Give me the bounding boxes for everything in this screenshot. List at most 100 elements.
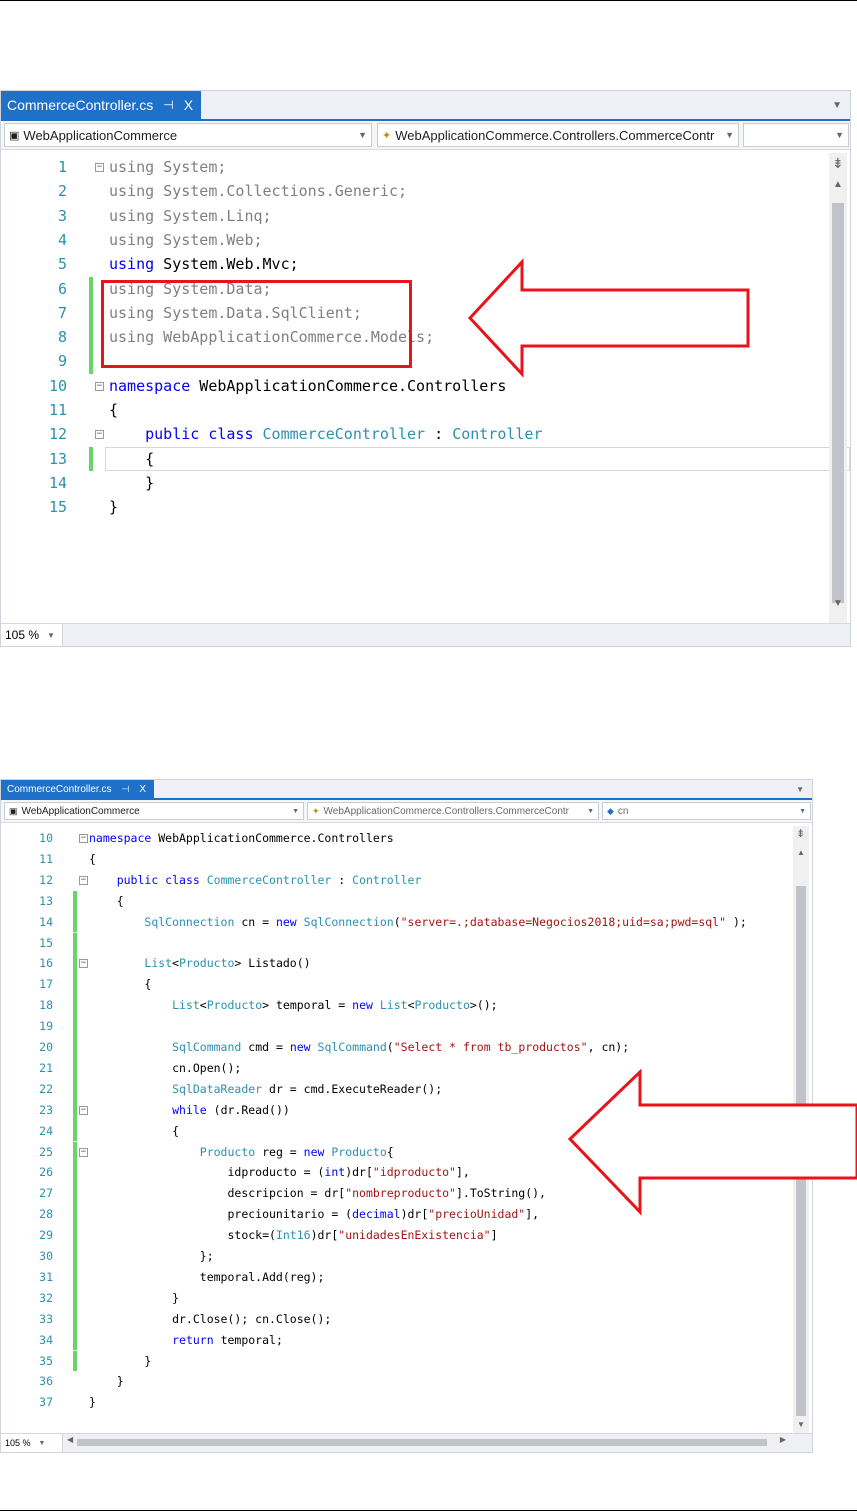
code-line[interactable]: 14 SqlConnection cn = new SqlConnection(… xyxy=(1,911,812,933)
code-line[interactable]: 31 temporal.Add(reg); xyxy=(1,1266,812,1288)
code-text[interactable]: return temporal; xyxy=(89,1330,283,1351)
code-text[interactable]: { xyxy=(89,974,151,995)
code-area[interactable]: 1 using System; −2 using System.Collections… xyxy=(1,153,850,623)
code-text[interactable]: } xyxy=(89,1371,124,1392)
split-icon[interactable]: ⇟ xyxy=(796,827,805,840)
scroll-up-icon[interactable]: ▲ xyxy=(833,179,843,190)
tab-commerce-controller[interactable]: CommerceController.cs ⊣ X xyxy=(1,91,202,119)
vertical-scrollbar[interactable]: ⇟ ▲ ▼ xyxy=(829,153,847,623)
code-text[interactable]: while (dr.Read()) xyxy=(89,1100,290,1121)
pin-icon[interactable]: ⊣ xyxy=(163,98,173,112)
code-line[interactable]: 21 cn.Open(); xyxy=(1,1057,812,1079)
code-line[interactable]: 15 xyxy=(1,932,812,954)
code-text[interactable]: using System; xyxy=(109,155,226,179)
code-line[interactable]: 16 List<Producto> Listado() − xyxy=(1,953,812,975)
pin-icon[interactable]: ⊣ xyxy=(121,784,129,795)
code-text[interactable]: SqlCommand cmd = new SqlCommand("Select … xyxy=(89,1037,629,1058)
code-text[interactable]: namespace WebApplicationCommerce.Control… xyxy=(109,374,506,398)
code-text[interactable]: descripcion = dr["nombreproducto"].ToStr… xyxy=(89,1183,546,1204)
code-line[interactable]: 13 { xyxy=(1,890,812,912)
collapse-icon[interactable]: − xyxy=(79,1147,88,1157)
collapse-icon[interactable]: − xyxy=(79,959,88,969)
scroll-down-icon[interactable]: ▼ xyxy=(833,598,843,609)
code-line[interactable]: 5 using System.Web.Mvc; xyxy=(1,252,850,276)
code-line[interactable]: 35 } xyxy=(1,1350,812,1372)
scroll-right-icon[interactable]: ▶ xyxy=(780,1435,786,1444)
code-text[interactable]: SqlDataReader dr = cmd.ExecuteReader(); xyxy=(89,1079,442,1100)
code-text[interactable]: using System.Web.Mvc; xyxy=(109,252,299,276)
collapse-icon[interactable]: − xyxy=(79,1105,88,1115)
code-line[interactable]: 11 { xyxy=(1,398,850,422)
code-line[interactable]: 32 } xyxy=(1,1287,812,1309)
code-text[interactable]: { xyxy=(89,849,96,870)
code-text[interactable]: Producto reg = new Producto{ xyxy=(89,1142,394,1163)
code-line[interactable]: 3 using System.Linq; xyxy=(1,204,850,228)
split-icon[interactable]: ⇟ xyxy=(832,155,844,172)
code-text[interactable]: namespace WebApplicationCommerce.Control… xyxy=(89,828,394,849)
code-text[interactable]: } xyxy=(109,495,118,519)
code-line[interactable]: 20 SqlCommand cmd = new SqlCommand("Sele… xyxy=(1,1037,812,1058)
scroll-up-icon[interactable]: ▲ xyxy=(797,848,805,857)
code-text[interactable]: using System.Linq; xyxy=(109,204,272,228)
code-text[interactable]: stock=(Int16)dr["unidadesEnExistencia"] xyxy=(89,1225,497,1246)
code-text[interactable]: dr.Close(); cn.Close(); xyxy=(89,1309,331,1330)
code-line[interactable]: 12 public class CommerceController : Con… xyxy=(1,422,850,446)
collapse-icon[interactable]: − xyxy=(95,163,104,172)
code-text[interactable]: preciounitario = (decimal)dr["precioUnid… xyxy=(89,1204,539,1225)
tab-dropdown-icon[interactable]: ▼ xyxy=(796,785,804,794)
code-line[interactable]: 27 descripcion = dr["nombreproducto"].To… xyxy=(1,1183,812,1205)
code-line[interactable]: 18 List<Producto> temporal = new List<Pr… xyxy=(1,995,812,1017)
code-line[interactable]: 15} xyxy=(1,495,850,519)
code-text[interactable]: List<Producto> temporal = new List<Produ… xyxy=(89,995,498,1016)
code-text[interactable]: } xyxy=(89,1392,96,1413)
code-line[interactable]: 13 { xyxy=(49,446,850,471)
zoom-combo[interactable]: 105 % ▼ xyxy=(1,1434,63,1452)
close-icon[interactable]: X xyxy=(184,97,193,113)
project-combo[interactable]: ▣ WebApplicationCommerce ▼ xyxy=(4,123,372,147)
scroll-thumb[interactable] xyxy=(832,203,844,603)
code-line[interactable]: 14 } xyxy=(1,471,850,495)
code-text[interactable]: SqlConnection cn = new SqlConnection("se… xyxy=(89,912,746,933)
code-line[interactable]: 34 return temporal; xyxy=(1,1329,812,1351)
code-line[interactable]: 19 xyxy=(1,1016,812,1037)
code-line[interactable]: 1 using System; − xyxy=(1,155,850,179)
code-text[interactable]: { xyxy=(109,447,154,471)
horizontal-scroll-thumb[interactable] xyxy=(77,1439,767,1446)
collapse-icon[interactable]: − xyxy=(95,381,104,391)
code-text[interactable]: public class CommerceController : Contro… xyxy=(89,870,422,891)
code-text[interactable]: cn.Open(); xyxy=(89,1058,241,1079)
code-text[interactable]: { xyxy=(89,1121,179,1142)
code-line[interactable]: 30 }; xyxy=(1,1246,812,1267)
code-text[interactable]: temporal.Add(reg); xyxy=(89,1267,325,1288)
horizontal-scrollbar[interactable]: ◀ ▶ xyxy=(65,1435,788,1448)
code-text[interactable]: } xyxy=(109,471,154,495)
code-text[interactable]: }; xyxy=(89,1246,214,1267)
code-line[interactable]: 22 SqlDataReader dr = cmd.ExecuteReader(… xyxy=(1,1078,812,1100)
code-text[interactable]: idproducto = (int)dr["idproducto"], xyxy=(89,1162,469,1183)
code-text[interactable]: public class CommerceController : Contro… xyxy=(109,422,542,446)
code-text[interactable]: using System.Collections.Generic; xyxy=(109,179,407,203)
close-icon[interactable]: X xyxy=(139,784,146,795)
code-line[interactable]: 11 { xyxy=(1,849,812,870)
code-line[interactable]: 4 using System.Web; xyxy=(1,228,850,252)
code-text[interactable]: } xyxy=(89,1351,151,1372)
code-line[interactable]: 12 public class CommerceController : Con… xyxy=(1,870,812,891)
class-combo[interactable]: ✦ WebApplicationCommerce.Controllers.Com… xyxy=(377,123,739,147)
code-text[interactable]: { xyxy=(109,398,118,422)
code-line[interactable]: 37} xyxy=(1,1392,812,1413)
collapse-icon[interactable]: − xyxy=(79,834,88,843)
member-combo[interactable]: ▼ xyxy=(743,123,849,147)
code-text[interactable]: { xyxy=(89,891,124,912)
code-text[interactable]: using System.Web; xyxy=(109,228,263,252)
code-line[interactable]: 36 } xyxy=(1,1371,812,1392)
scroll-left-icon[interactable]: ◀ xyxy=(67,1435,73,1444)
code-line[interactable]: 10 namespace WebApplicationCommerce.Contr… xyxy=(1,374,850,398)
collapse-icon[interactable]: − xyxy=(79,875,88,885)
collapse-icon[interactable]: − xyxy=(95,430,104,440)
code-text[interactable]: } xyxy=(89,1288,179,1309)
code-line[interactable]: 2 using System.Collections.Generic; xyxy=(1,179,850,203)
tab-commerce-controller[interactable]: CommerceController.cs ⊣ X xyxy=(1,780,154,798)
zoom-combo[interactable]: 105 % ▼ xyxy=(1,624,63,646)
class-combo[interactable]: ✦ WebApplicationCommerce.Controllers.Com… xyxy=(307,802,599,820)
tab-dropdown-icon[interactable]: ▼ xyxy=(832,100,842,111)
